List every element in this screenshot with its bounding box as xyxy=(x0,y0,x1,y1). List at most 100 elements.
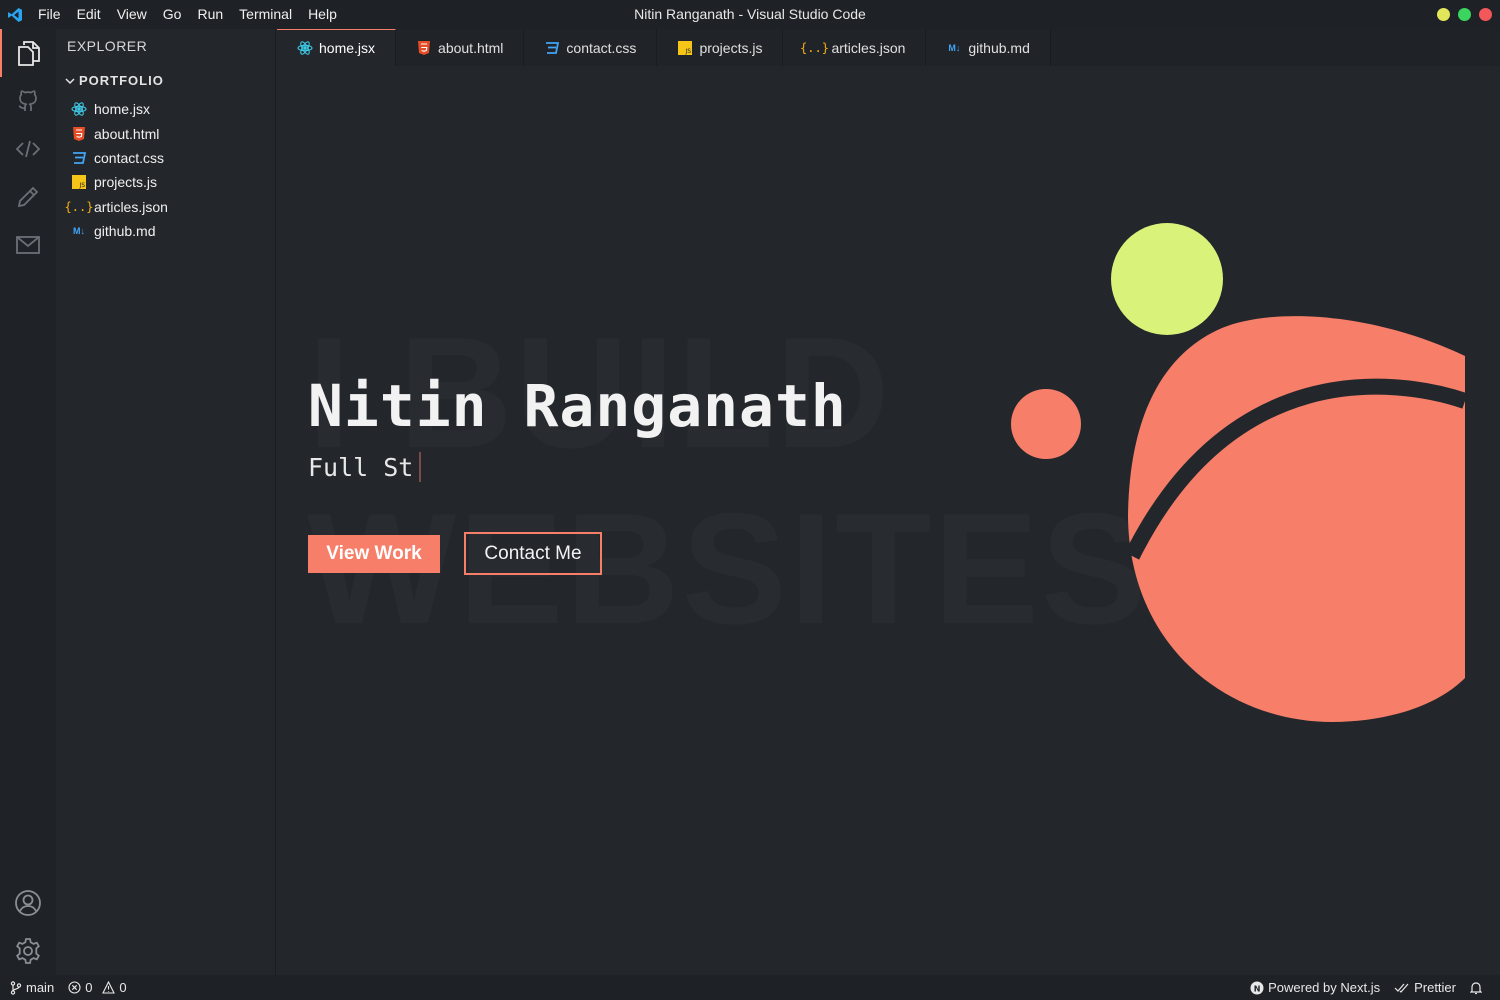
tab-articles-json[interactable]: {..} articles.json xyxy=(783,29,927,66)
react-icon xyxy=(70,101,88,117)
view-work-button[interactable]: View Work xyxy=(308,535,440,573)
account-activity[interactable] xyxy=(0,879,56,927)
code-icon xyxy=(15,140,41,158)
json-icon: {..} xyxy=(800,40,829,55)
prettier-indicator[interactable]: Prettier xyxy=(1394,980,1456,995)
file-label: github.md xyxy=(94,223,156,240)
tab-about-html[interactable]: about.html xyxy=(396,29,525,66)
file-list: home.jsx about.html contact.css JS proje… xyxy=(65,97,168,243)
js-icon: JS xyxy=(70,174,88,190)
contact-me-button[interactable]: Contact Me xyxy=(464,532,602,575)
small-coral-circle xyxy=(1011,389,1081,459)
css-icon xyxy=(70,150,88,166)
activity-bar xyxy=(0,29,56,975)
tab-label: home.jsx xyxy=(319,40,376,56)
file-label: projects.js xyxy=(94,174,158,191)
chevron-down-icon xyxy=(65,77,75,84)
html-icon xyxy=(70,126,88,142)
powered-by-nextjs[interactable]: N Powered by Next.js xyxy=(1250,980,1380,995)
settings-icon xyxy=(16,938,40,964)
explorer-sidebar: EXPLORER PORTFOLIO home.jsx about.html c… xyxy=(56,29,276,975)
file-label: about.html xyxy=(94,125,160,142)
file-home-jsx[interactable]: home.jsx xyxy=(70,97,168,121)
folder-label: PORTFOLIO xyxy=(79,73,164,88)
large-coral-shape xyxy=(1128,316,1465,722)
branch-name: main xyxy=(26,980,55,995)
tab-label: contact.css xyxy=(566,39,637,56)
double-check-icon xyxy=(1394,983,1409,993)
hero-name: Nitin Ranganath xyxy=(308,372,847,440)
branch-indicator[interactable]: main xyxy=(10,980,54,995)
hero-role: Full St xyxy=(308,452,422,482)
title-bar: File Edit View Go Run Terminal Help Niti… xyxy=(0,0,1500,29)
settings-activity[interactable] xyxy=(0,927,56,975)
menu-edit[interactable]: Edit xyxy=(69,0,109,29)
tab-label: github.md xyxy=(968,39,1030,56)
file-label: articles.json xyxy=(94,198,168,215)
error-count: 0 xyxy=(85,980,93,995)
html-icon xyxy=(416,40,432,56)
account-icon xyxy=(15,890,41,916)
editor-content: I BUILD WEBSITES Nitin Ranganath Full St… xyxy=(277,66,1500,975)
svg-text:JS: JS xyxy=(685,48,692,55)
explorer-title: EXPLORER xyxy=(67,38,148,54)
mail-icon xyxy=(16,236,40,254)
minimize-button[interactable] xyxy=(1437,8,1450,21)
tab-contact-css[interactable]: contact.css xyxy=(524,29,658,66)
lime-circle xyxy=(1111,223,1223,335)
portfolio-folder[interactable]: PORTFOLIO xyxy=(64,73,164,88)
menu-bar: File Edit View Go Run Terminal Help xyxy=(30,0,345,29)
menu-go[interactable]: Go xyxy=(155,0,190,29)
vscode-logo-icon xyxy=(0,0,30,29)
prettier-label: Prettier xyxy=(1414,980,1456,995)
files-icon xyxy=(18,41,40,66)
tab-label: projects.js xyxy=(699,39,763,56)
file-label: contact.css xyxy=(94,149,165,166)
github-activity[interactable] xyxy=(0,77,56,125)
menu-view[interactable]: View xyxy=(109,0,155,29)
menu-run[interactable]: Run xyxy=(189,0,231,29)
file-github-md[interactable]: M↓ github.md xyxy=(70,219,168,243)
powered-label: Powered by Next.js xyxy=(1268,980,1381,995)
git-branch-icon xyxy=(10,980,22,995)
js-icon: JS xyxy=(677,40,693,56)
warning-count: 0 xyxy=(119,980,127,995)
tab-github-md[interactable]: M↓ github.md xyxy=(926,29,1051,66)
tab-home-jsx[interactable]: home.jsx xyxy=(277,29,397,66)
file-articles-json[interactable]: {..} articles.json xyxy=(65,195,168,219)
error-icon xyxy=(68,981,81,994)
pencil-icon xyxy=(17,186,39,208)
window-controls xyxy=(1437,8,1492,21)
menu-file[interactable]: File xyxy=(30,0,69,29)
status-bar: main 0 0 N Powered by Next.js Prettier xyxy=(0,975,1500,1000)
typing-cursor xyxy=(419,452,422,482)
file-projects-js[interactable]: JS projects.js xyxy=(70,170,168,194)
tab-label: articles.json xyxy=(831,39,906,56)
bell-icon xyxy=(1470,981,1482,994)
editor-tabs: home.jsx about.html contact.css JS proje… xyxy=(277,29,1500,66)
close-button[interactable] xyxy=(1479,8,1492,21)
tab-label: about.html xyxy=(438,39,504,56)
github-icon xyxy=(18,90,37,111)
notifications-button[interactable] xyxy=(1470,981,1482,995)
file-about-html[interactable]: about.html xyxy=(70,121,168,145)
role-text: Full St xyxy=(308,452,414,482)
tab-projects-js[interactable]: JS projects.js xyxy=(657,29,784,66)
warning-icon xyxy=(102,981,116,994)
react-icon xyxy=(297,40,313,56)
file-contact-css[interactable]: contact.css xyxy=(70,146,168,170)
menu-terminal[interactable]: Terminal xyxy=(231,0,300,29)
menu-help[interactable]: Help xyxy=(300,0,345,29)
code-activity[interactable] xyxy=(0,125,56,173)
nextjs-icon: N xyxy=(1250,981,1264,994)
mail-activity[interactable] xyxy=(0,221,56,269)
css-icon xyxy=(544,40,560,56)
svg-text:N: N xyxy=(1254,984,1261,993)
markdown-icon: M↓ xyxy=(948,42,961,53)
problems-indicator[interactable]: 0 0 xyxy=(68,980,127,995)
markdown-icon: M↓ xyxy=(73,226,85,237)
maximize-button[interactable] xyxy=(1458,8,1471,21)
explorer-activity[interactable] xyxy=(0,29,56,77)
pencil-activity[interactable] xyxy=(0,173,56,221)
file-label: home.jsx xyxy=(94,101,151,118)
